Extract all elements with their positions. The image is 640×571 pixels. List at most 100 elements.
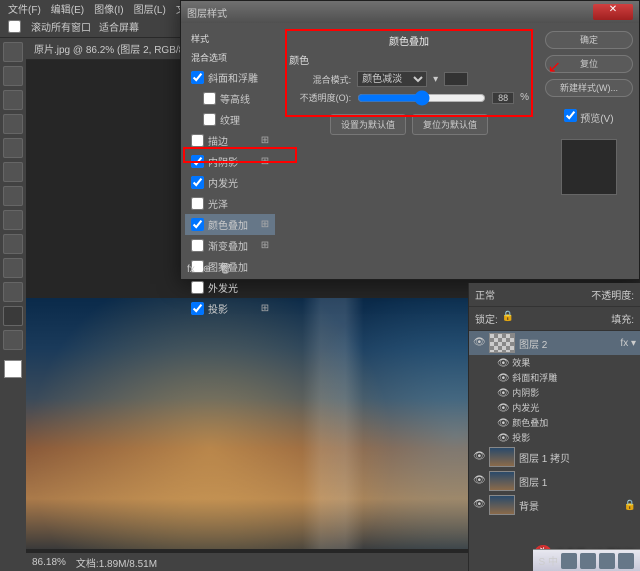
style-item-渐变叠加[interactable]: 渐变叠加⊞ [185,235,275,256]
style-checkbox[interactable] [191,281,204,294]
visibility-icon[interactable]: 👁 [497,418,510,429]
style-checkbox[interactable] [203,113,216,126]
style-checkbox[interactable] [191,176,204,189]
marquee-tool[interactable] [3,66,23,86]
brush-tool[interactable] [3,186,23,206]
blend-mode-panel[interactable]: 正常 [475,287,495,302]
visibility-icon[interactable]: 👁 [473,475,485,487]
text-tool[interactable] [3,282,23,302]
style-item-投影[interactable]: 投影⊞ [185,298,275,319]
effect-item[interactable]: 👁 颜色叠加 [469,415,640,430]
plus-icon[interactable]: ⊞ [261,219,269,230]
tray-icon[interactable] [580,553,596,569]
menu-file[interactable]: 文件(F) [4,1,45,16]
eraser-tool[interactable] [3,234,23,254]
gradient-tool[interactable] [3,258,23,278]
style-item-描边[interactable]: 描边⊞ [185,130,275,151]
layer-row[interactable]: 👁背景🔒 [469,493,640,517]
style-label: 内阴影 [208,154,238,169]
effect-item[interactable]: 👁 内发光 [469,400,640,415]
effect-item[interactable]: 👁 投影 [469,430,640,445]
reset-default-button[interactable]: 复位为默认值 [412,114,488,135]
set-default-button[interactable]: 设置为默认值 [330,114,406,135]
foreground-swatch[interactable] [4,360,22,378]
menu-layer[interactable]: 图层(L) [130,1,170,16]
effect-item[interactable]: 👁 斜面和浮雕 [469,370,640,385]
tray-icon[interactable] [561,553,577,569]
close-icon[interactable]: ✕ [593,4,633,20]
opacity-value[interactable]: 88 [492,92,514,104]
eyedropper-tool[interactable] [3,162,23,182]
layer-thumbnail[interactable] [489,495,515,515]
lasso-tool[interactable] [3,90,23,110]
taskbar-text: S 中 [539,553,558,568]
fx-badge[interactable]: fx ▾ [620,338,636,349]
wand-tool[interactable] [3,114,23,134]
style-item-等高线[interactable]: 等高线 [185,88,275,109]
lock-icon[interactable]: 🔒 [502,311,514,326]
hand-tool[interactable] [3,306,23,326]
style-checkbox[interactable] [191,218,204,231]
trash-icon[interactable]: 🗑 [219,264,232,275]
style-item-纹理[interactable]: 纹理 [185,109,275,130]
style-item-外发光[interactable]: 外发光 [185,277,275,298]
effect-item[interactable]: 👁 效果 [469,355,640,370]
add-icon[interactable]: ⊕ [203,264,211,275]
visibility-icon[interactable]: 👁 [497,358,510,369]
new-style-button[interactable]: 新建样式(W)... [545,79,633,97]
zoom-tool[interactable] [3,330,23,350]
crop-tool[interactable] [3,138,23,158]
clone-tool[interactable] [3,210,23,230]
plus-icon[interactable]: ⊞ [261,135,269,146]
style-item-内阴影[interactable]: 内阴影 ⊞ [185,151,275,172]
zoom-value[interactable]: 86.18% [32,557,66,568]
visibility-icon[interactable]: 👁 [473,337,485,349]
preview-checkbox[interactable] [564,109,577,122]
style-item-斜面和浮雕[interactable]: 斜面和浮雕 [185,67,275,88]
style-checkbox[interactable] [191,71,204,84]
tray-icon[interactable] [599,553,615,569]
plus-icon[interactable]: ⊞ [261,156,269,167]
menu-image[interactable]: 图像(I) [90,1,127,16]
move-tool[interactable] [3,42,23,62]
visibility-icon[interactable]: 👁 [497,388,510,399]
scroll-all-checkbox[interactable] [8,20,21,33]
blend-mode-select[interactable]: 颜色减淡 [357,71,427,87]
layer-row[interactable]: 👁图层 1 拷贝 [469,445,640,469]
visibility-icon[interactable]: 👁 [473,499,485,511]
blend-options[interactable]: 混合选项 [185,48,275,67]
dialog-titlebar[interactable]: 图层样式 ✕ [181,1,639,23]
layer-name: 背景 [519,498,539,513]
style-checkbox[interactable] [191,134,204,147]
style-checkbox[interactable] [191,302,204,315]
fx-icon[interactable]: fx [187,264,195,275]
color-swatch[interactable] [444,72,468,86]
style-checkbox[interactable] [203,92,216,105]
opacity-slider[interactable] [357,92,486,104]
style-item-内发光[interactable]: 内发光 [185,172,275,193]
chevron-down-icon[interactable]: ▾ [433,74,438,85]
plus-icon[interactable]: ⊞ [261,303,269,314]
effect-item[interactable]: 👁 内阴影 [469,385,640,400]
visibility-icon[interactable]: 👁 [473,451,485,463]
visibility-icon[interactable]: 👁 [497,433,510,444]
visibility-icon[interactable]: 👁 [497,403,510,414]
styles-header[interactable]: 样式 [185,29,275,48]
layer-row[interactable]: 👁图层 1 [469,469,640,493]
layer-row[interactable]: 👁图层 2fx ▾ [469,331,640,355]
style-item-光泽[interactable]: 光泽 [185,193,275,214]
style-checkbox[interactable] [191,239,204,252]
tray-icon[interactable] [618,553,634,569]
layer-thumbnail[interactable] [489,471,515,491]
layer-thumbnail[interactable] [489,447,515,467]
style-label: 内发光 [208,175,238,190]
style-checkbox[interactable] [191,155,204,168]
ok-button[interactable]: 确定 [545,31,633,49]
layer-thumbnail[interactable] [489,333,515,353]
fit-screen-btn[interactable]: 适合屏幕 [99,19,139,34]
style-item-颜色叠加[interactable]: 颜色叠加⊞ [185,214,275,235]
visibility-icon[interactable]: 👁 [497,373,510,384]
plus-icon[interactable]: ⊞ [261,240,269,251]
style-checkbox[interactable] [191,197,204,210]
menu-edit[interactable]: 编辑(E) [47,1,88,16]
